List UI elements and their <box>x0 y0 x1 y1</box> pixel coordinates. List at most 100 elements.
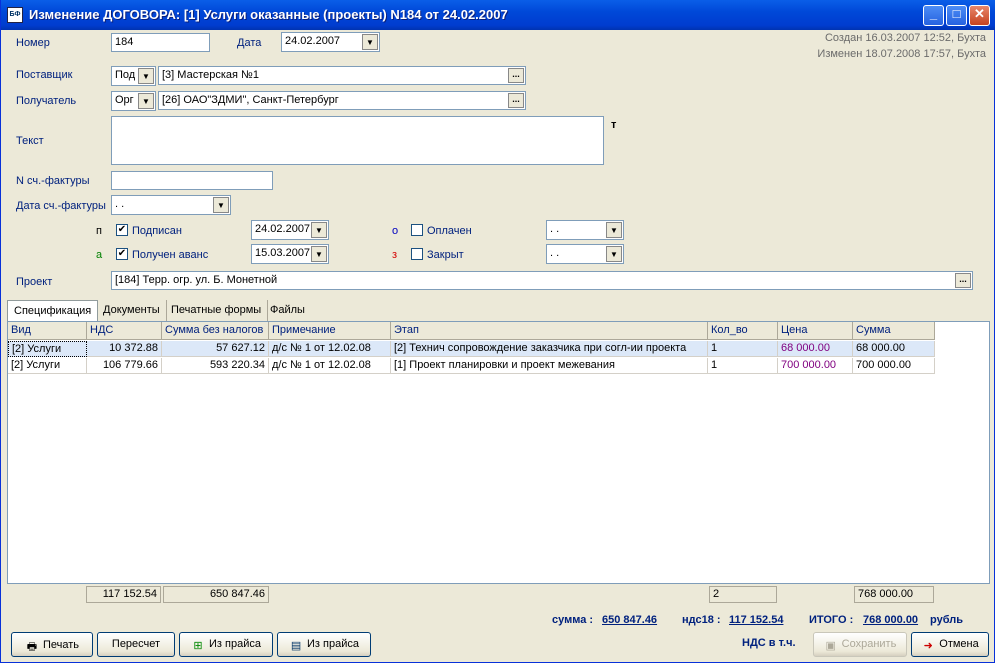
col-header-qty[interactable]: Кол_во <box>708 322 778 340</box>
col-header-price[interactable]: Цена <box>778 322 853 340</box>
summary-total-value: 768 000.00 <box>863 614 919 626</box>
paid-date-picker[interactable]: . . ▼ <box>546 220 624 240</box>
recipient-kind-value: Орг <box>115 94 134 106</box>
dropdown-arrow-icon[interactable]: ▼ <box>311 222 327 238</box>
printer-icon: 🖶 <box>26 641 38 653</box>
cell-nds[interactable]: 10 372.88 <box>87 341 162 357</box>
dropdown-arrow-icon[interactable]: ▼ <box>311 246 327 262</box>
summary-nds-label: ндс18 : <box>682 614 721 626</box>
supplier-field[interactable]: [3] Мастерская №1 ... <box>158 66 526 85</box>
cell-note[interactable]: д/с № 1 от 12.02.08 <box>269 358 391 374</box>
closed-checkbox[interactable] <box>411 248 423 260</box>
maximize-button[interactable]: □ <box>946 5 967 26</box>
cell-nds[interactable]: 106 779.66 <box>87 358 162 374</box>
col-header-sum[interactable]: Сумма <box>853 322 935 340</box>
closed-date-picker[interactable]: . . ▼ <box>546 244 624 264</box>
add-row-icon: ⊞ <box>193 640 203 652</box>
cell-price[interactable]: 68 000.00 <box>778 341 853 357</box>
signed-date-picker[interactable]: 24.02.2007 ▼ <box>251 220 329 240</box>
dropdown-arrow-icon[interactable]: ▼ <box>606 246 622 262</box>
recipient-kind-select[interactable]: Орг ▼ <box>111 91 156 111</box>
save-button[interactable]: ▣ Сохранить <box>813 632 907 657</box>
cell-price[interactable]: 700 000.00 <box>778 358 853 374</box>
table-row[interactable]: [2] Услуги 10 372.88 57 627.12 д/с № 1 о… <box>8 341 935 357</box>
invoice-date-value: . . <box>115 198 125 210</box>
col-header-sum-no-tax[interactable]: Сумма без налогов <box>162 322 269 340</box>
cancel-button-label: Отмена <box>939 638 979 650</box>
tab-documents[interactable]: Документы <box>97 300 167 322</box>
from-price-replace-button[interactable]: ▤ Из прайса <box>277 632 371 657</box>
paid-checkbox[interactable] <box>411 224 423 236</box>
cell-kind[interactable]: [2] Услуги <box>8 341 87 357</box>
col-header-note[interactable]: Примечание <box>269 322 391 340</box>
title-bar[interactable]: БФ Изменение ДОГОВОРА: [1] Услуги оказан… <box>1 0 995 30</box>
project-field[interactable]: [184] Терр. огр. ул. Б. Монетной ... <box>111 271 973 290</box>
save-icon: ▣ <box>825 640 836 652</box>
supplier-ellipsis-button[interactable]: ... <box>508 68 524 83</box>
supplier-kind-value: Под <box>115 69 136 81</box>
text-label: Текст <box>16 135 44 147</box>
vat-included-note: НДС в т.ч. <box>742 637 796 649</box>
close-button[interactable]: ✕ <box>969 5 990 26</box>
signed-checkbox[interactable]: ✔ <box>116 224 128 236</box>
tab-specification[interactable]: Спецификация <box>7 300 99 322</box>
save-button-label: Сохранить <box>841 638 897 650</box>
tab-print-forms[interactable]: Печатные формы <box>165 300 269 322</box>
project-ellipsis-button[interactable]: ... <box>955 273 971 288</box>
cell-sum[interactable]: 68 000.00 <box>853 341 935 357</box>
dropdown-arrow-icon[interactable]: ▼ <box>213 197 229 213</box>
summary-sum-value: 650 847.46 <box>602 614 658 626</box>
cancel-button[interactable]: ➜ Отмена <box>911 632 989 657</box>
cell-note[interactable]: д/с № 1 от 12.02.08 <box>269 341 391 357</box>
table-row[interactable]: [2] Услуги 106 779.66 593 220.34 д/с № 1… <box>8 358 935 374</box>
invoice-date-picker[interactable]: . . ▼ <box>111 195 231 215</box>
dropdown-arrow-icon[interactable]: ▼ <box>138 68 154 84</box>
summary-total-label: ИТОГО : <box>809 614 854 626</box>
dropdown-arrow-icon[interactable]: ▼ <box>606 222 622 238</box>
number-input[interactable]: 184 <box>111 33 210 52</box>
cell-kind[interactable]: [2] Услуги <box>8 358 87 374</box>
created-info: Создан 16.03.2007 12:52, Бухта <box>824 32 986 44</box>
recipient-field[interactable]: [26] ОАО"ЗДМИ", Санкт-Петербург ... <box>158 91 526 110</box>
invoice-number-input[interactable] <box>111 171 273 190</box>
cell-stage[interactable]: [1] Проект планировки и проект межевания <box>391 358 708 374</box>
cell-sum[interactable]: 700 000.00 <box>853 358 935 374</box>
cell-sum-no-tax[interactable]: 593 220.34 <box>162 358 269 374</box>
closed-prefix: з <box>392 249 398 261</box>
cell-qty[interactable]: 1 <box>708 341 778 357</box>
invoice-number-label: N сч.-фактуры <box>16 175 90 187</box>
cell-stage[interactable]: [2] Технич сопровождение заказчика при с… <box>391 341 708 357</box>
dropdown-arrow-icon[interactable]: ▼ <box>362 34 378 50</box>
text-area[interactable] <box>111 116 604 165</box>
total-nds: 117 152.54 <box>86 586 161 603</box>
recalc-button[interactable]: Пересчет <box>97 632 175 657</box>
from-price-add-button[interactable]: ⊞ Из прайса <box>179 632 273 657</box>
closed-date-value: . . <box>550 247 560 259</box>
cell-qty[interactable]: 1 <box>708 358 778 374</box>
signed-date-value: 24.02.2007 <box>255 223 311 235</box>
document-icon: ▤ <box>290 640 302 652</box>
col-header-kind[interactable]: Вид <box>8 322 87 340</box>
grid-footer: 117 152.54 650 847.46 2 768 000.00 <box>7 585 990 604</box>
minimize-button[interactable]: _ <box>923 5 944 26</box>
invoice-date-label: Дата сч.-фактуры <box>16 200 106 212</box>
advance-date-picker[interactable]: 15.03.2007 ▼ <box>251 244 329 264</box>
number-label: Номер <box>16 37 50 49</box>
advance-checkbox[interactable]: ✔ <box>116 248 128 260</box>
tab-files[interactable]: Файлы <box>264 300 311 322</box>
modified-info: Изменен 18.07.2008 17:57, Бухта <box>817 48 986 60</box>
specification-grid[interactable]: Вид НДС Сумма без налогов Примечание Эта… <box>7 321 990 584</box>
supplier-kind-select[interactable]: Под ▼ <box>111 66 156 86</box>
total-sum: 768 000.00 <box>854 586 934 603</box>
total-sum-no-tax: 650 847.46 <box>163 586 269 603</box>
print-button[interactable]: 🖶 Печать <box>11 632 93 657</box>
paid-date-value: . . <box>550 223 560 235</box>
col-header-nds[interactable]: НДС <box>87 322 162 340</box>
cell-sum-no-tax[interactable]: 57 627.12 <box>162 341 269 357</box>
date-picker[interactable]: 24.02.2007 ▼ <box>281 32 380 52</box>
col-header-stage[interactable]: Этап <box>391 322 708 340</box>
recipient-value: [26] ОАО"ЗДМИ", Санкт-Петербург <box>162 94 339 106</box>
recipient-ellipsis-button[interactable]: ... <box>508 93 524 108</box>
dropdown-arrow-icon[interactable]: ▼ <box>138 93 154 109</box>
exit-icon: ➜ <box>923 640 933 652</box>
